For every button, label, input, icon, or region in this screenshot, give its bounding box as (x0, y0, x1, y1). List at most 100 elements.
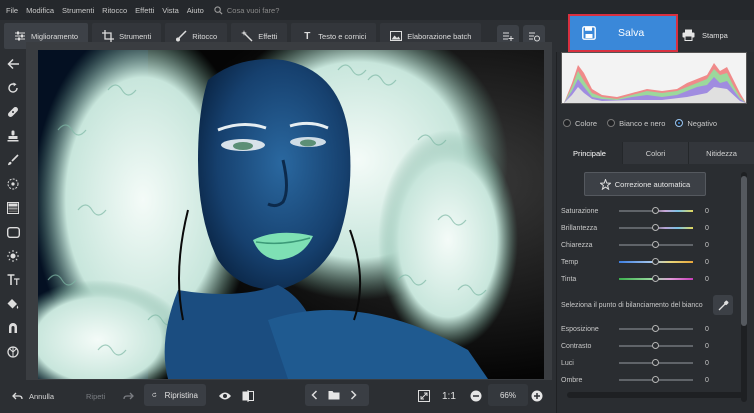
portrait-image (38, 50, 544, 379)
slider-ombre[interactable]: Ombre 0 (561, 373, 731, 387)
fill-tool[interactable] (2, 292, 24, 316)
zoom-value: 66% (499, 390, 516, 400)
slider-temp[interactable]: Temp 0 (561, 255, 731, 269)
menu-ritocco[interactable]: Ritocco (102, 6, 127, 15)
redo-arrow-icon (123, 392, 135, 399)
folder-icon[interactable] (328, 390, 340, 400)
slider-label: Saturazione (561, 207, 599, 215)
slider-brillantezza[interactable]: Brillantezza 0 (561, 221, 731, 235)
preview-toggle-button[interactable] (218, 386, 232, 406)
radio-dot (607, 119, 616, 127)
gradient-icon (7, 202, 19, 214)
slider-thumb[interactable] (652, 207, 659, 214)
compare-split-icon (242, 390, 254, 402)
slider-value: 0 (705, 342, 709, 350)
menu-aiuto[interactable]: Aiuto (187, 6, 204, 15)
auto-correction-button[interactable]: Correzione automatica (584, 172, 706, 196)
light-tool[interactable] (2, 244, 24, 268)
zoom-field[interactable]: 66% (488, 384, 528, 406)
magnet-tool[interactable] (2, 316, 24, 340)
radio-bianco-e-nero[interactable]: Bianco e nero (607, 119, 665, 128)
redo-button[interactable]: Ripeti (86, 386, 135, 406)
slider-label: Temp (561, 258, 579, 266)
text-icon: T (304, 30, 311, 42)
mask-tool[interactable] (2, 340, 24, 364)
rotate-icon (8, 82, 18, 93)
histogram (561, 52, 747, 104)
menu-strumenti[interactable]: Strumenti (62, 6, 94, 15)
slider-thumb[interactable] (652, 376, 659, 383)
white-balance-picker-button[interactable] (713, 295, 733, 315)
tab-colori[interactable]: Colori (623, 142, 689, 164)
sun-icon (7, 250, 19, 262)
plus-circle-icon (531, 390, 543, 402)
undo-button[interactable]: Annulla (12, 386, 54, 406)
redo-label: Ripeti (86, 391, 106, 401)
print-button[interactable]: Stampa (680, 22, 748, 48)
slider-label: Tinta (561, 275, 577, 283)
gradient-filter-tool[interactable] (2, 196, 24, 220)
menu-effetti[interactable]: Effetti (135, 6, 154, 15)
save-button[interactable]: Salva (568, 14, 678, 52)
floppy-disk-icon (582, 26, 596, 40)
slider-contrasto[interactable]: Contrasto 0 (561, 339, 731, 353)
crop-icon (102, 30, 115, 42)
slider-value: 0 (705, 359, 709, 367)
scrollbar-thumb[interactable] (741, 176, 747, 326)
slider-thumb[interactable] (652, 359, 659, 366)
brush-icon (175, 30, 187, 42)
tab-nitidezza[interactable]: Nitidezza (689, 142, 754, 164)
reset-button[interactable]: Ripristina (144, 384, 206, 406)
panel-tabs: Principale Colori Nitidezza (557, 142, 754, 164)
slider-label: Contrasto (561, 342, 592, 350)
menu-modifica[interactable]: Modifica (26, 6, 54, 15)
slider-luci[interactable]: Luci 0 (561, 356, 731, 370)
slider-thumb[interactable] (652, 224, 659, 231)
text-tool[interactable] (2, 268, 24, 292)
slider-value: 0 (705, 241, 709, 249)
radio-negativo[interactable]: Negativo (675, 119, 717, 128)
bandage-icon (8, 107, 18, 117)
vignette-tool[interactable] (2, 220, 24, 244)
slider-thumb[interactable] (652, 241, 659, 248)
fit-to-screen-button[interactable] (418, 386, 430, 406)
slider-thumb[interactable] (652, 275, 659, 282)
shield-icon (7, 346, 19, 358)
slider-esposizione[interactable]: Esposizione 0 (561, 322, 731, 336)
radio-label: Negativo (687, 118, 717, 128)
app-window: File Modifica Strumenti Ritocco Effetti … (0, 0, 754, 413)
chevron-right-icon[interactable] (350, 390, 357, 400)
stamp-icon (7, 130, 19, 142)
slider-thumb[interactable] (652, 258, 659, 265)
slider-saturazione[interactable]: Saturazione 0 (561, 204, 731, 218)
panel-horizontal-scrollbar[interactable] (567, 392, 743, 398)
slider-label: Ombre (561, 376, 583, 384)
slider-chiarezza[interactable]: Chiarezza 0 (561, 238, 731, 252)
brush-tool[interactable] (2, 148, 24, 172)
back-button[interactable] (2, 52, 24, 76)
radial-filter-tool[interactable] (2, 172, 24, 196)
image-canvas[interactable] (26, 42, 552, 380)
radio-label: Bianco e nero (619, 118, 666, 128)
slider-tinta[interactable]: Tinta 0 (561, 272, 731, 286)
radio-colore[interactable]: Colore (563, 119, 597, 128)
negative-photo[interactable] (38, 50, 544, 379)
actual-size-button[interactable]: 1:1 (442, 386, 456, 406)
menu-vista[interactable]: Vista (162, 6, 179, 15)
panel-vertical-scrollbar[interactable] (741, 172, 747, 402)
menu-file[interactable]: File (6, 6, 18, 15)
compare-button[interactable] (242, 386, 254, 406)
left-tool-column (0, 52, 26, 378)
zoom-out-button[interactable] (470, 386, 482, 406)
slider-thumb[interactable] (652, 342, 659, 349)
slider-value: 0 (705, 224, 709, 232)
tab-principale[interactable]: Principale (557, 142, 623, 164)
slider-label: Esposizione (561, 325, 599, 333)
zoom-in-button[interactable] (531, 386, 543, 406)
chevron-left-icon[interactable] (311, 390, 318, 400)
clone-stamp-tool[interactable] (2, 124, 24, 148)
search-box[interactable]: Cosa vuoi fare? (214, 6, 279, 15)
rotate-tool[interactable] (2, 76, 24, 100)
slider-thumb[interactable] (652, 325, 659, 332)
healing-tool[interactable] (2, 100, 24, 124)
